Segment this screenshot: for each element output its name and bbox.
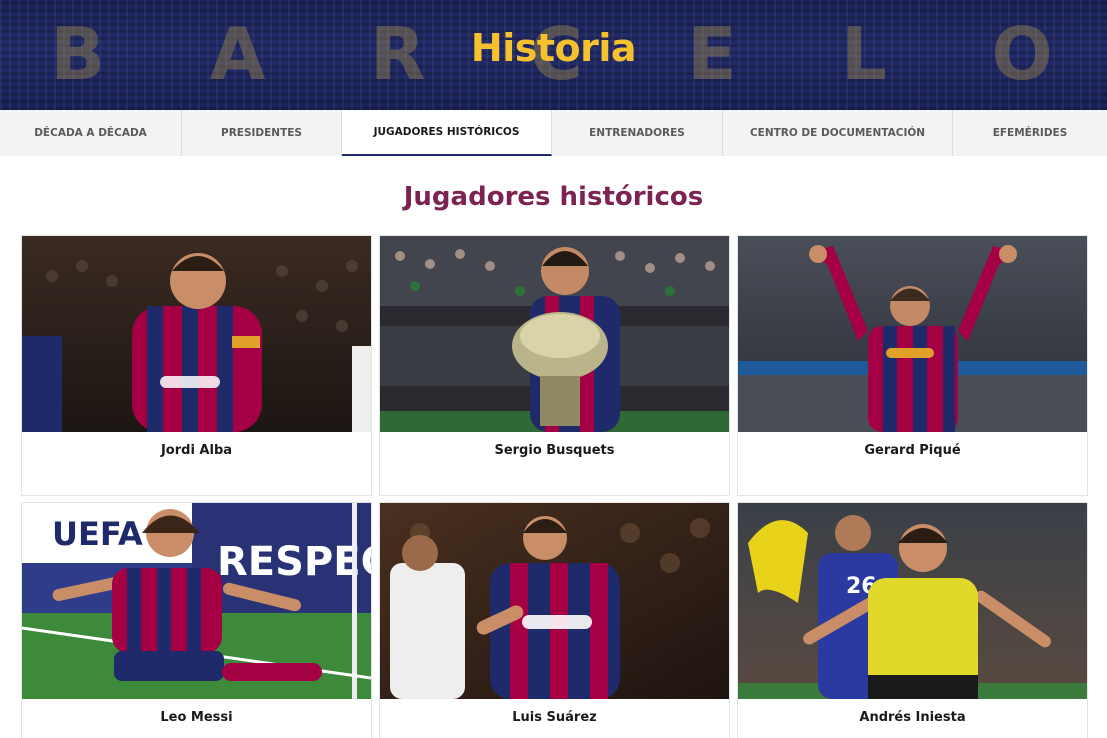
hero-banner: B A R C E L O Historia bbox=[0, 0, 1107, 110]
player-card-gerard-pique[interactable]: Gerard Piqué bbox=[737, 235, 1088, 496]
player-photo bbox=[380, 236, 729, 432]
tab-jugadores-historicos[interactable]: JUGADORES HISTÓRICOS bbox=[342, 110, 552, 156]
player-name: Jordi Alba bbox=[160, 443, 233, 458]
player-name: Andrés Iniesta bbox=[859, 710, 966, 725]
history-tabs: DÉCADA A DÉCADA PRESIDENTES JUGADORES HI… bbox=[0, 110, 1107, 156]
player-name: Gerard Piqué bbox=[864, 443, 961, 458]
tab-efemerides[interactable]: EFEMÉRIDES bbox=[953, 110, 1107, 156]
section-title: Jugadores históricos bbox=[403, 182, 704, 212]
tab-presidentes[interactable]: PRESIDENTES bbox=[182, 110, 342, 156]
player-name: Sergio Busquets bbox=[494, 443, 615, 458]
page-title: Historia bbox=[470, 26, 637, 70]
svg-text:RESPEC: RESPEC bbox=[217, 539, 371, 585]
player-card-andres-iniesta[interactable]: 26 Andrés Iniesta bbox=[737, 502, 1088, 738]
player-photo: 26 bbox=[738, 503, 1087, 699]
tab-centro-de-documentacion[interactable]: CENTRO DE DOCUMENTACIÓN bbox=[723, 110, 953, 156]
player-card-jordi-alba[interactable]: Jordi Alba bbox=[21, 235, 372, 496]
player-card-leo-messi[interactable]: UEFA RESPEC Leo Messi bbox=[21, 502, 372, 738]
player-card-sergio-busquets[interactable]: Sergio Busquets bbox=[379, 235, 730, 496]
tab-decada-a-decada[interactable]: DÉCADA A DÉCADA bbox=[0, 110, 182, 156]
player-photo bbox=[738, 236, 1087, 432]
svg-text:UEFA: UEFA bbox=[52, 515, 143, 553]
player-name: Leo Messi bbox=[160, 710, 233, 725]
player-photo bbox=[22, 236, 371, 432]
player-card-luis-suarez[interactable]: Luis Suárez bbox=[379, 502, 730, 738]
player-photo bbox=[380, 503, 729, 699]
player-name: Luis Suárez bbox=[512, 710, 597, 725]
player-photo: UEFA RESPEC bbox=[22, 503, 371, 699]
tab-entrenadores[interactable]: ENTRENADORES bbox=[552, 110, 723, 156]
